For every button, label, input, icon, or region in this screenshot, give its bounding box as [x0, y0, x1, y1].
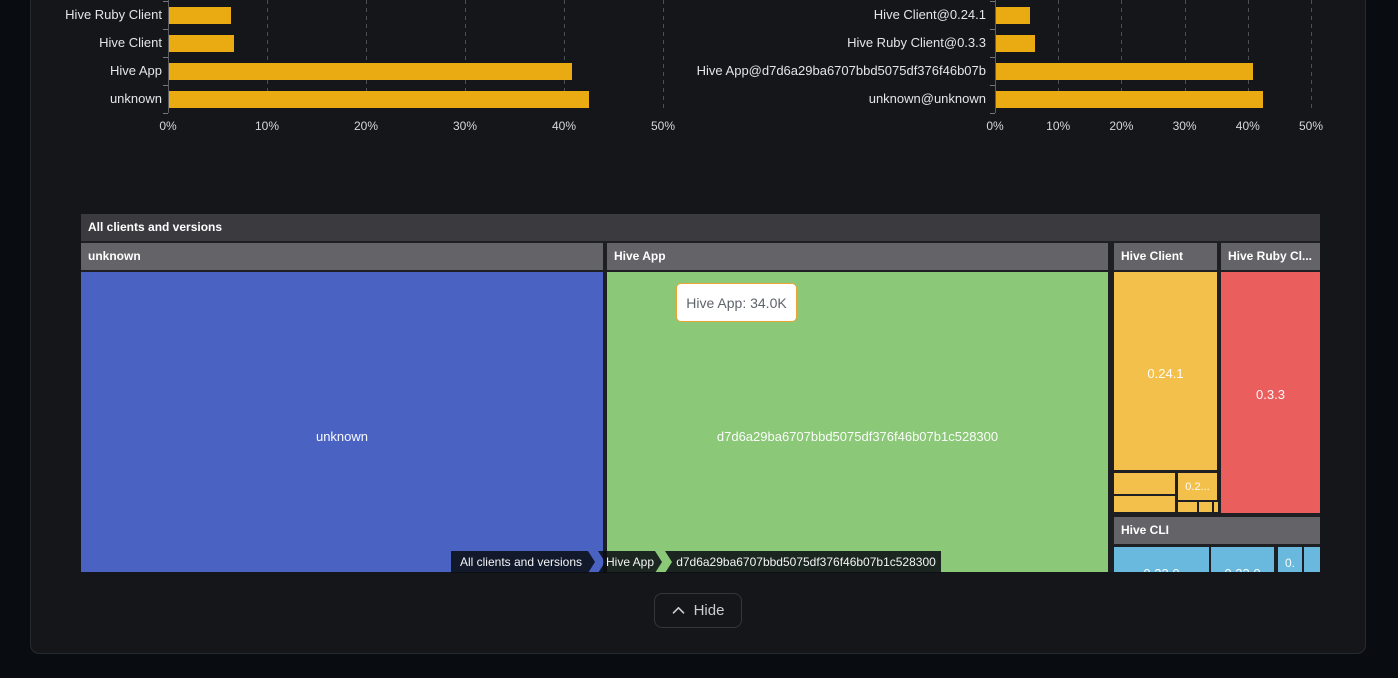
- treemap-cell[interactable]: [1178, 502, 1197, 512]
- bar[interactable]: [996, 35, 1035, 52]
- treemap-section-header[interactable]: Hive Client: [1114, 243, 1217, 270]
- x-tick-label: 30%: [1163, 119, 1207, 133]
- axis-tick: [990, 29, 995, 30]
- treemap-cell-label: 0.2...: [1178, 480, 1217, 495]
- treemap-cell-label: 0.3.3: [1221, 387, 1320, 402]
- treemap-section-label: Hive CLI: [1114, 517, 1320, 544]
- axis-tick: [990, 85, 995, 86]
- treemap-cell[interactable]: 0.3.3: [1221, 272, 1320, 513]
- pathbar-crumb[interactable]: Hive App: [598, 551, 662, 573]
- x-tick-label: 40%: [1226, 119, 1270, 133]
- treemap-section-header[interactable]: Hive CLI: [1114, 517, 1320, 544]
- treemap-cell[interactable]: 0.: [1278, 547, 1302, 572]
- x-tick-label: 50%: [1289, 119, 1333, 133]
- treemap-cell[interactable]: 0.23.0: [1114, 547, 1209, 572]
- chevron-up-icon: [672, 606, 685, 615]
- pathbar-crumb[interactable]: d7d6a29ba6707bbd5075df376f46b07b1c528300: [665, 551, 941, 573]
- treemap-section-header[interactable]: unknown: [81, 243, 603, 270]
- treemap-section-header[interactable]: Hive Ruby Cl...: [1221, 243, 1320, 270]
- treemap-root-title: All clients and versions: [81, 214, 1320, 241]
- treemap-cell[interactable]: unknown: [81, 272, 603, 572]
- hide-button[interactable]: Hide: [654, 593, 742, 628]
- pathbar-crumb[interactable]: All clients and versions: [451, 551, 595, 573]
- hide-button-label: Hide: [694, 602, 725, 619]
- bar[interactable]: [996, 7, 1030, 24]
- treemap-cell[interactable]: [1114, 496, 1175, 512]
- x-tick-label: 20%: [1099, 119, 1143, 133]
- treemap-section-header[interactable]: Hive App: [607, 243, 1108, 270]
- treemap-cell-label: 0.23.0: [1114, 566, 1209, 572]
- hover-tooltip-text: Hive App: 34.0K: [686, 295, 786, 311]
- category-label: Hive Client@0.24.1: [686, 7, 986, 23]
- treemap-cell-label: 0.23.0: [1211, 566, 1274, 572]
- treemap-cell[interactable]: [1214, 502, 1218, 512]
- treemap-cell[interactable]: [1114, 473, 1175, 494]
- treemap-root-header[interactable]: All clients and versions: [81, 214, 1320, 241]
- treemap-cell-label: unknown: [81, 429, 603, 444]
- treemap-section-label: Hive Client: [1114, 243, 1217, 270]
- x-tick-label: 10%: [1036, 119, 1080, 133]
- treemap-section-label: Hive App: [607, 243, 1108, 270]
- axis-tick: [990, 1, 995, 2]
- treemap-cell-label: 0.24.1: [1114, 366, 1217, 381]
- dashboard-page: 0%10%20%30%40%50%Hive Ruby ClientHive Cl…: [0, 0, 1398, 678]
- hover-tooltip: Hive App: 34.0K: [676, 283, 797, 322]
- gridline: [1311, 0, 1312, 110]
- treemap-cell[interactable]: 0.23.0: [1211, 547, 1274, 572]
- category-label: Hive Ruby Client@0.3.3: [686, 35, 986, 51]
- axis-tick: [990, 113, 995, 114]
- treemap-section-label: Hive Ruby Cl...: [1221, 243, 1320, 270]
- treemap-cell[interactable]: 0.24.1: [1114, 272, 1217, 470]
- treemap-chart[interactable]: All clients and versions unknownHive App…: [81, 214, 1320, 572]
- treemap-cell-label: d7d6a29ba6707bbd5075df376f46b07b1c528300: [607, 429, 1108, 444]
- axis-tick: [990, 57, 995, 58]
- bar[interactable]: [996, 91, 1263, 108]
- treemap-section-label: unknown: [81, 243, 603, 270]
- treemap-cell-label: 0.: [1278, 556, 1302, 571]
- category-label: unknown@unknown: [686, 91, 986, 107]
- treemap-cell[interactable]: 0.2...: [1178, 473, 1217, 500]
- x-tick-label: 0%: [973, 119, 1017, 133]
- category-label: Hive App@d7d6a29ba6707bbd5075df376f46b07…: [686, 63, 986, 79]
- bar[interactable]: [996, 63, 1253, 80]
- treemap-cell[interactable]: [1304, 547, 1320, 572]
- treemap-cell[interactable]: [1199, 502, 1212, 512]
